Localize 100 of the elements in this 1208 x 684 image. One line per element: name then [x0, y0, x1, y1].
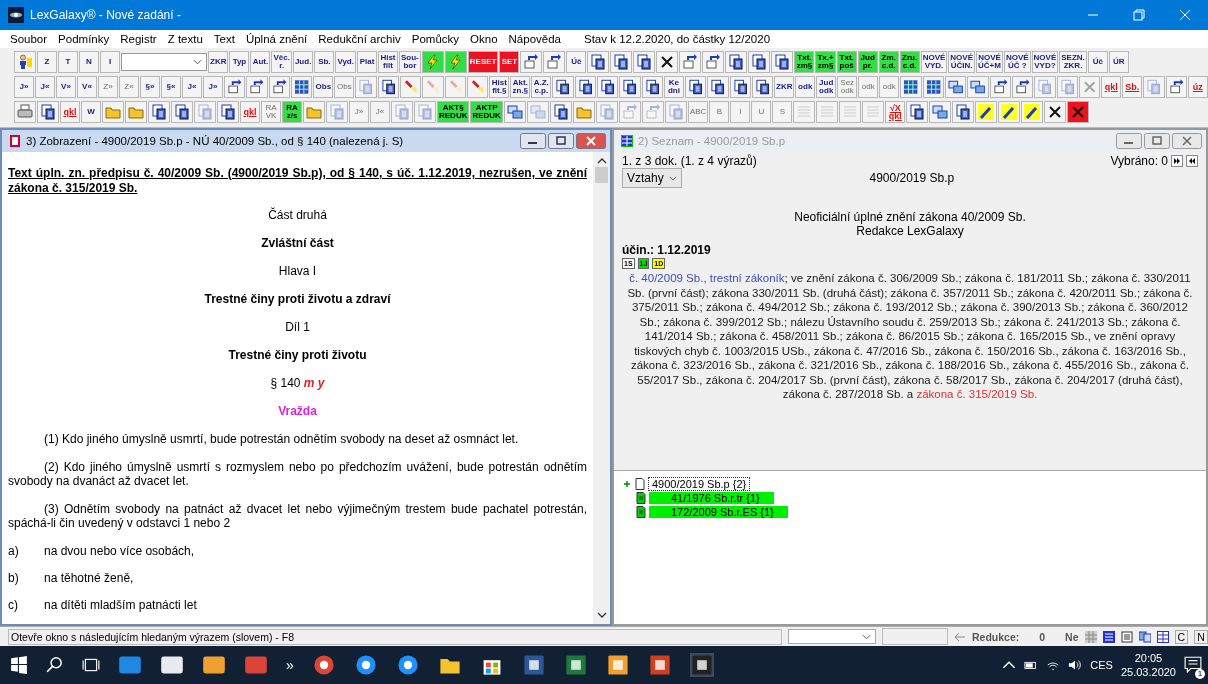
toolbar-button[interactable]: SEZN. ZKR.	[1059, 50, 1087, 73]
toolbar-button[interactable]: Tx.+ zm§	[815, 50, 836, 73]
toolbar-button[interactable]: §»	[140, 75, 160, 98]
toolbar-button[interactable]: Zru. c.d.	[899, 50, 920, 73]
menu-item[interactable]: Registr	[120, 33, 157, 45]
toolbar-button[interactable]: W	[81, 100, 101, 123]
document-icon[interactable]	[521, 653, 546, 677]
menu-item[interactable]: Úplná znění	[245, 33, 308, 45]
toolbar-button[interactable]	[171, 100, 193, 123]
toolbar-button[interactable]	[574, 75, 596, 98]
toolbar-button[interactable]	[552, 75, 574, 98]
toolbar-button[interactable]: RESET	[467, 50, 499, 73]
toolbar-button[interactable]	[702, 50, 725, 73]
expand-icon[interactable]	[622, 479, 632, 489]
toolbar-button[interactable]: J«	[35, 75, 55, 98]
toolbar-button[interactable]	[1165, 75, 1187, 98]
toolbar-button[interactable]: Věc. r.	[271, 50, 292, 73]
toolbar-button[interactable]	[656, 50, 679, 73]
toolbar-button[interactable]	[246, 75, 268, 98]
search-icon[interactable]	[46, 656, 64, 674]
toolbar-button[interactable]: Úč	[1087, 50, 1108, 73]
toolbar-button[interactable]	[1044, 100, 1067, 123]
browser-icon[interactable]	[395, 653, 420, 677]
toolbar-button[interactable]: J»	[203, 75, 223, 98]
toolbar-button[interactable]	[633, 50, 656, 73]
toolbar-button[interactable]	[549, 100, 572, 123]
toolbar-button[interactable]: qkl	[1101, 75, 1122, 98]
tree-item[interactable]: 172/2009 Sb.r.ES {1}	[649, 506, 788, 518]
toolbar-button[interactable]	[148, 100, 170, 123]
toolbar-button[interactable]: AKTP REDUK	[470, 100, 503, 123]
toolbar-button[interactable]: Akt. zn.§	[510, 75, 531, 98]
toolbar-button[interactable]	[587, 50, 610, 73]
toolbar-button[interactable]	[1067, 100, 1090, 123]
toolbar-button[interactable]: Jud pr.	[857, 50, 878, 73]
browser-icon[interactable]	[353, 653, 378, 677]
toolbar-button[interactable]	[967, 75, 989, 98]
tree-item[interactable]: 41/1976 Sb.r.tr {1}	[649, 492, 774, 504]
toolbar-button[interactable]	[751, 75, 774, 98]
chevron-up-icon[interactable]	[1002, 659, 1017, 671]
menu-item[interactable]: Soubor	[10, 33, 48, 45]
toolbar-button[interactable]	[944, 75, 967, 98]
presentation-icon[interactable]	[647, 653, 672, 677]
toolbar-button[interactable]: V»	[56, 75, 76, 98]
toolbar-button[interactable]	[1021, 100, 1044, 123]
menu-item[interactable]: Redukční archiv	[318, 33, 401, 45]
toolbar-button[interactable]: I	[100, 50, 120, 73]
toolbar-button[interactable]	[14, 50, 36, 73]
previous-icon[interactable]	[1186, 155, 1198, 167]
toolbar-button[interactable]: Sb.	[314, 50, 335, 73]
toolbar-button[interactable]: AKT§ REDUK	[437, 100, 470, 123]
toolbar-button[interactable]: Hist flt.§	[489, 75, 510, 98]
toolbar-button[interactable]	[975, 100, 998, 123]
toolbar-button[interactable]: Hist filt	[378, 50, 398, 73]
toolbar-button[interactable]: Obs	[313, 75, 334, 98]
menu-item[interactable]: Podmínky	[58, 33, 110, 45]
maximize-icon[interactable]	[1144, 133, 1170, 149]
toolbar-button[interactable]: Txt. zm§	[794, 50, 815, 73]
toolbar-button[interactable]	[268, 75, 290, 98]
toolbar-button[interactable]	[217, 100, 239, 123]
more-button[interactable]: »	[286, 657, 294, 673]
toolbar-button[interactable]: N	[79, 50, 99, 73]
menu-item[interactable]: Okno	[470, 33, 498, 45]
battery-icon[interactable]	[1024, 659, 1039, 671]
next-icon[interactable]	[1171, 155, 1183, 167]
list-icon[interactable]	[1102, 630, 1115, 643]
toolbar-button[interactable]: A.Z. c.p.	[531, 75, 552, 98]
toolbar-button[interactable]: NOVÉ VYD?	[1031, 50, 1059, 73]
toolbar-button[interactable]: SET	[499, 50, 520, 73]
toolbar-button[interactable]: §«	[161, 75, 181, 98]
toolbar-button[interactable]: odk	[795, 75, 816, 98]
speaker-icon[interactable]	[1068, 659, 1083, 671]
toolbar-button[interactable]	[748, 50, 771, 73]
notification-icon[interactable]	[1184, 655, 1202, 673]
toolbar-button[interactable]: Úč	[566, 50, 587, 73]
language-indicator[interactable]: CES	[1090, 659, 1113, 671]
menu-item[interactable]: Z textu	[167, 33, 203, 45]
toolbar-button[interactable]: Zm. c.d.	[878, 50, 899, 73]
toolbar-button[interactable]	[906, 100, 929, 123]
toolbar-button[interactable]	[729, 75, 751, 98]
tree-item[interactable]: 4900/2019 Sb.p {2}	[648, 477, 751, 491]
browser-icon[interactable]	[311, 653, 336, 677]
toolbar-button[interactable]	[684, 75, 707, 98]
toolbar-button[interactable]	[989, 75, 1011, 98]
toolbar-button[interactable]: J«	[182, 75, 202, 98]
toolbar-button[interactable]	[922, 75, 944, 98]
menu-item[interactable]: Pomůcky	[411, 33, 460, 45]
toolbar-button[interactable]: Jud.	[292, 50, 314, 73]
toolbar-button[interactable]	[224, 75, 246, 98]
menu-item[interactable]: Text	[213, 33, 235, 45]
spreadsheet-icon[interactable]	[563, 653, 588, 677]
toolbar-button[interactable]: √X qkl	[885, 100, 906, 123]
toolbar-button[interactable]	[1011, 75, 1034, 98]
toolbar-combo-box[interactable]	[121, 52, 207, 71]
toolbar-button[interactable]: Sou- bor	[399, 50, 421, 73]
toolbar-button[interactable]: NOVÉ ÚČIN.	[948, 50, 975, 73]
left-arrow-icon[interactable]	[954, 631, 966, 642]
table-icon[interactable]	[1156, 630, 1169, 643]
toolbar-button[interactable]: qkl	[240, 100, 260, 123]
wifi-icon[interactable]	[1046, 659, 1061, 671]
relations-dropdown[interactable]: Vztahy	[622, 168, 682, 188]
